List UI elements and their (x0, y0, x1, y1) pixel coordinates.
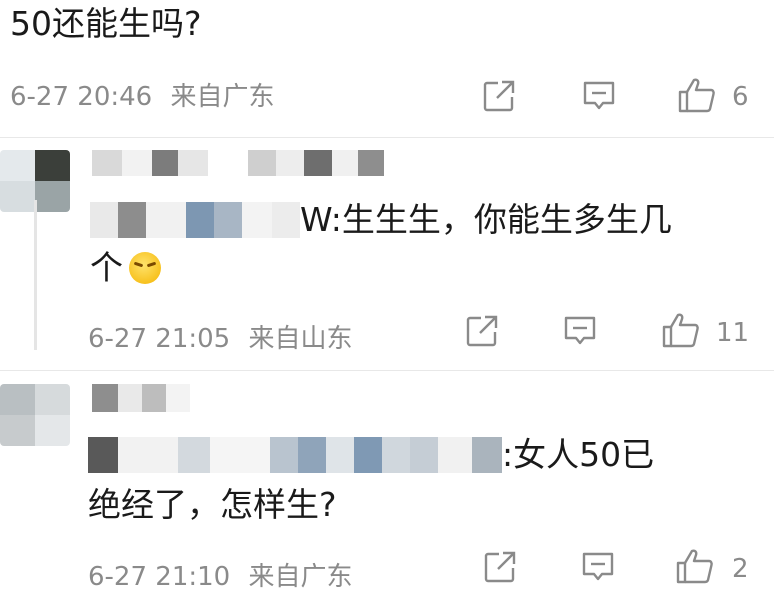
comment-text: 50还能生吗? (10, 4, 202, 43)
comment-icon (583, 81, 615, 110)
comment-button[interactable] (578, 548, 618, 586)
like-button[interactable] (674, 546, 716, 586)
reply-body: W: 生生生，你能生多生几 个 (90, 196, 750, 292)
mention-username[interactable] (90, 202, 300, 238)
reply-text-line1: 女人50已 (513, 435, 655, 474)
reply-body: : 女人50已 绝经了，怎样生? (88, 430, 758, 530)
thumbs-up-icon (662, 313, 699, 348)
comment-icon (564, 316, 596, 345)
share-button[interactable] (480, 548, 520, 586)
reply-location: 来自广东 (248, 562, 353, 592)
reply-meta: 6-27 21:10 来自广东 (88, 560, 352, 594)
comment-timestamp: 6-27 20:46 (10, 82, 153, 112)
like-count: 2 (732, 554, 749, 584)
thumbs-up-icon (676, 549, 713, 584)
comment-button[interactable] (560, 312, 600, 350)
thumbs-up-icon (678, 78, 715, 113)
share-icon (483, 80, 515, 112)
like-count: 11 (716, 318, 750, 348)
reply-text-line2: 绝经了，怎样生? (88, 485, 337, 524)
reply-thread-line (34, 200, 37, 350)
reply-text-line2: 个 (90, 248, 123, 287)
divider (0, 370, 774, 371)
share-button[interactable] (480, 78, 518, 114)
reply-meta: 6-27 21:05 来自山东 (88, 322, 352, 356)
reply-timestamp: 6-27 21:10 (88, 562, 231, 592)
username (92, 150, 384, 176)
reply-location: 来自山东 (248, 324, 353, 354)
reply-timestamp: 6-27 21:05 (88, 324, 231, 354)
comment-location: 来自广东 (170, 82, 275, 112)
like-button[interactable] (676, 76, 718, 114)
comment-icon (582, 552, 614, 581)
mention-username[interactable] (88, 437, 502, 473)
like-button[interactable] (660, 310, 702, 350)
like-count: 6 (732, 82, 749, 112)
reply-text-line1: 生生生，你能生多生几 (341, 200, 672, 239)
avatar (0, 384, 70, 446)
share-button[interactable] (462, 312, 502, 350)
divider (0, 137, 774, 138)
comment-button[interactable] (580, 78, 618, 114)
mention-suffix: : (502, 435, 514, 474)
share-icon (484, 551, 516, 583)
username (92, 384, 190, 412)
comment-meta: 6-27 20:46 来自广东 (10, 80, 274, 114)
mention-suffix: W: (300, 200, 342, 239)
share-icon (466, 315, 498, 347)
grimace-emoji-icon (129, 252, 161, 284)
